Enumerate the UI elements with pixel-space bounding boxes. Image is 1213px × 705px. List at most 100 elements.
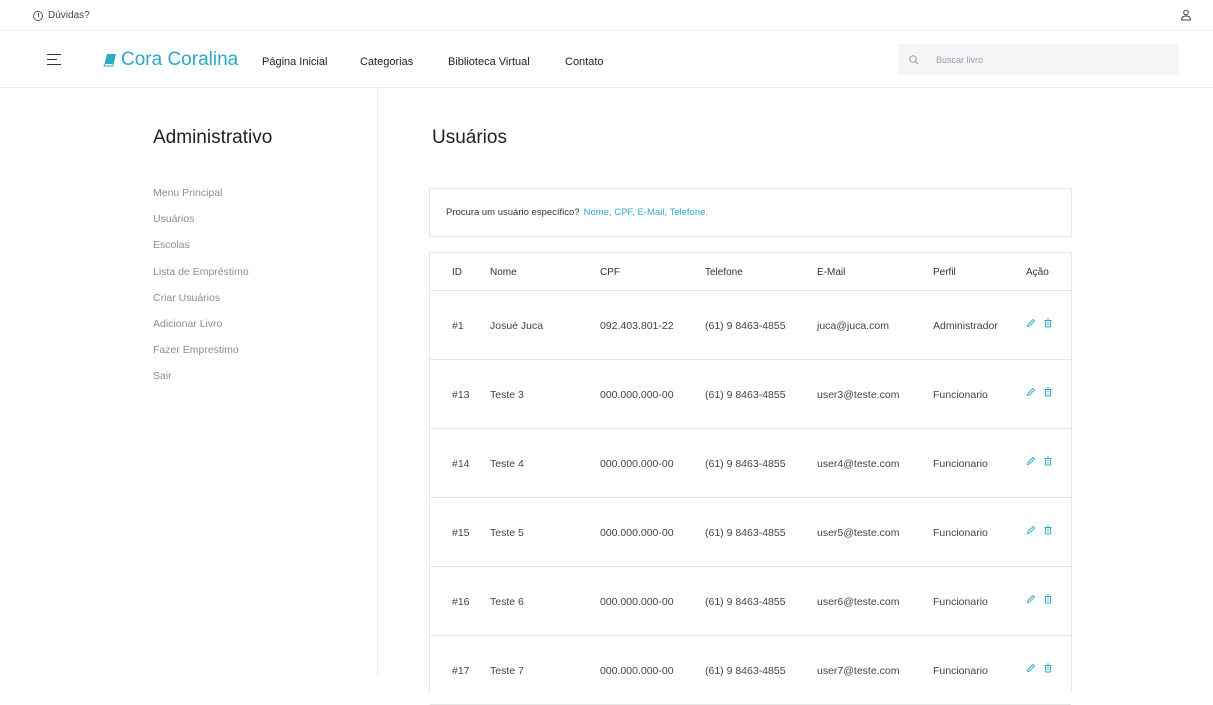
trash-icon[interactable] xyxy=(1043,525,1053,535)
column-header-perfil: Perfil xyxy=(933,267,956,278)
column-header-cpf: CPF xyxy=(600,267,620,278)
sidebar-item-adicionar-livro[interactable]: Adicionar Livro xyxy=(153,318,249,344)
cell-email: user7@teste.com xyxy=(817,665,900,677)
nav-link-categorias[interactable]: Categorias xyxy=(360,56,413,68)
cell-nome: Teste 6 xyxy=(490,596,524,608)
cell-perfil: Funcionario xyxy=(933,596,988,608)
cell-id: #1 xyxy=(452,320,464,332)
nav-link-contato[interactable]: Contato xyxy=(565,56,604,68)
main-navbar: Cora Coralina Página Inicial Categorias … xyxy=(0,31,1213,88)
trash-icon[interactable] xyxy=(1043,387,1053,397)
page-title: Usuários xyxy=(432,127,507,148)
users-table: ID Nome CPF Telefone E-Mail Perfil Ação … xyxy=(429,252,1072,705)
cell-id: #15 xyxy=(452,527,470,539)
sidebar-title: Administrativo xyxy=(153,127,273,148)
trash-icon[interactable] xyxy=(1043,456,1053,466)
row-actions xyxy=(1026,456,1053,466)
cell-cpf: 000.000.000-00 xyxy=(600,389,674,401)
cell-email: user3@teste.com xyxy=(817,389,900,401)
book-icon xyxy=(103,54,116,67)
search-hint-links[interactable]: Nome, CPF, E-Mail, Telefone. xyxy=(584,207,708,218)
cell-perfil: Funcionario xyxy=(933,665,988,677)
cell-telefone: (61) 9 8463-4855 xyxy=(705,320,786,332)
cell-cpf: 092.403.801-22 xyxy=(600,320,674,332)
cell-nome: Josué Juca xyxy=(490,320,544,332)
row-actions xyxy=(1026,318,1053,328)
pencil-icon[interactable] xyxy=(1026,456,1036,466)
help-link[interactable]: Dúvidas? xyxy=(33,10,90,21)
user-icon[interactable] xyxy=(1180,9,1192,21)
cell-nome: Teste 3 xyxy=(490,389,524,401)
cell-email: user5@teste.com xyxy=(817,527,900,539)
cell-email: juca@juca.com xyxy=(817,320,889,332)
sidebar-item-criar-usuarios[interactable]: Criar Usuários xyxy=(153,292,249,318)
sidebar-item-escolas[interactable]: Escolas xyxy=(153,239,249,265)
column-header-email: E-Mail xyxy=(817,267,846,278)
cell-nome: Teste 5 xyxy=(490,527,524,539)
cell-telefone: (61) 9 8463-4855 xyxy=(705,389,786,401)
table-row: #16 Teste 6 000.000.000-00 (61) 9 8463-4855… xyxy=(430,567,1071,636)
pencil-icon[interactable] xyxy=(1026,525,1036,535)
cell-cpf: 000.000.000-00 xyxy=(600,596,674,608)
help-circle-icon xyxy=(33,10,43,21)
trash-icon[interactable] xyxy=(1043,318,1053,328)
sidebar-item-usuarios[interactable]: Usuários xyxy=(153,213,249,239)
top-bar: Dúvidas? xyxy=(0,0,1213,31)
brand-name: Cora Coralina xyxy=(121,49,239,70)
trash-icon[interactable] xyxy=(1043,594,1053,604)
table-header: ID Nome CPF Telefone E-Mail Perfil Ação xyxy=(430,253,1071,291)
row-actions xyxy=(1026,594,1053,604)
cell-telefone: (61) 9 8463-4855 xyxy=(705,665,786,677)
help-label: Dúvidas? xyxy=(48,10,90,21)
row-actions xyxy=(1026,663,1053,673)
sidebar-menu: Menu Principal Usuários Escolas Lista de… xyxy=(153,187,249,397)
search-icon xyxy=(909,54,919,65)
nav-link-biblioteca-virtual[interactable]: Biblioteca Virtual xyxy=(448,56,530,68)
column-header-id: ID xyxy=(452,267,462,278)
cell-cpf: 000.000.000-00 xyxy=(600,665,674,677)
pencil-icon[interactable] xyxy=(1026,594,1036,604)
cell-email: user4@teste.com xyxy=(817,458,900,470)
hamburger-menu-icon[interactable] xyxy=(47,54,61,66)
search-hint-text: Procura um usuário específico? xyxy=(446,207,580,218)
sidebar-item-lista-emprestimo[interactable]: Lista de Empréstimo xyxy=(153,266,249,292)
sidebar-item-menu-principal[interactable]: Menu Principal xyxy=(153,187,249,213)
cell-cpf: 000.000.000-00 xyxy=(600,458,674,470)
table-row: #1 Josué Juca 092.403.801-22 (61) 9 8463-48… xyxy=(430,291,1071,360)
cell-id: #13 xyxy=(452,389,470,401)
cell-telefone: (61) 9 8463-4855 xyxy=(705,596,786,608)
cell-perfil: Funcionario xyxy=(933,389,988,401)
cell-email: user6@teste.com xyxy=(817,596,900,608)
trash-icon[interactable] xyxy=(1043,663,1053,673)
table-row: #15 Teste 5 000.000.000-00 (61) 9 8463-4855… xyxy=(430,498,1071,567)
cell-cpf: 000.000.000-00 xyxy=(600,527,674,539)
pencil-icon[interactable] xyxy=(1026,318,1036,328)
cell-telefone: (61) 9 8463-4855 xyxy=(705,527,786,539)
nav-link-pagina-inicial[interactable]: Página Inicial xyxy=(262,56,327,68)
table-row: #17 Teste 7 000.000.000-00 (61) 9 8463-4855… xyxy=(430,636,1071,705)
sidebar-item-fazer-emprestimo[interactable]: Fazer Emprestimo xyxy=(153,344,249,370)
cell-id: #17 xyxy=(452,665,470,677)
cell-nome: Teste 7 xyxy=(490,665,524,677)
column-header-nome: Nome xyxy=(490,267,517,278)
book-search-box xyxy=(898,44,1179,75)
row-actions xyxy=(1026,387,1053,397)
pencil-icon[interactable] xyxy=(1026,387,1036,397)
table-row: #13 Teste 3 000.000.000-00 (61) 9 8463-4855… xyxy=(430,360,1071,429)
cell-perfil: Administrador xyxy=(933,320,998,332)
brand-logo[interactable]: Cora Coralina xyxy=(103,49,238,71)
column-header-acao: Ação xyxy=(1026,267,1049,278)
pencil-icon[interactable] xyxy=(1026,663,1036,673)
cell-id: #16 xyxy=(452,596,470,608)
book-search-input[interactable] xyxy=(936,54,1156,65)
cell-nome: Teste 4 xyxy=(490,458,524,470)
row-actions xyxy=(1026,525,1053,535)
cell-perfil: Funcionario xyxy=(933,458,988,470)
cell-telefone: (61) 9 8463-4855 xyxy=(705,458,786,470)
sidebar-item-sair[interactable]: Sair xyxy=(153,370,249,396)
sidebar-divider xyxy=(377,89,378,675)
table-row: #14 Teste 4 000.000.000-00 (61) 9 8463-4855… xyxy=(430,429,1071,498)
user-search-hint: Procura um usuário específico? Nome, CPF… xyxy=(429,188,1072,237)
cell-id: #14 xyxy=(452,458,470,470)
cell-perfil: Funcionario xyxy=(933,527,988,539)
